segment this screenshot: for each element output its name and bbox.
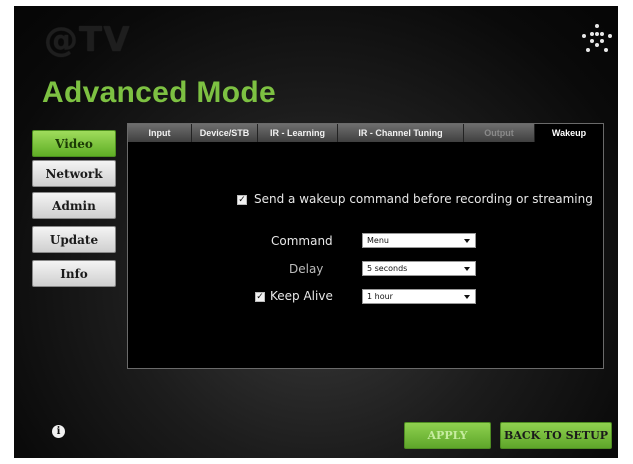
sidebar-item-video[interactable]: Video: [32, 130, 116, 157]
tab-input[interactable]: Input: [128, 124, 192, 142]
send-wakeup-label: Send a wakeup command before recording o…: [254, 192, 593, 206]
command-label: Command: [271, 234, 333, 248]
sidebar-item-admin[interactable]: Admin: [32, 192, 116, 219]
tab-device-stb[interactable]: Device/STB: [192, 124, 258, 142]
chevron-down-icon: [464, 295, 470, 299]
tab-output: Output: [464, 124, 535, 142]
keep-alive-checkbox[interactable]: ✓: [255, 292, 265, 302]
page-title: Advanced Mode: [42, 76, 276, 109]
dotted-logo-icon: [582, 24, 612, 64]
tab-ir-channel-tuning[interactable]: IR - Channel Tuning: [338, 124, 464, 142]
send-wakeup-checkbox[interactable]: ✓: [237, 195, 247, 205]
sidebar-item-info[interactable]: Info: [32, 260, 116, 287]
chevron-down-icon: [464, 239, 470, 243]
app-logo: @TV: [44, 20, 131, 60]
chevron-down-icon: [464, 267, 470, 271]
back-to-setup-button[interactable]: BACK TO SETUP: [500, 422, 612, 449]
delay-select[interactable]: 5 seconds: [362, 261, 476, 276]
info-icon[interactable]: i: [52, 425, 65, 438]
sidebar-item-update[interactable]: Update: [32, 226, 116, 253]
command-select[interactable]: Menu: [362, 233, 476, 248]
keep-alive-label: Keep Alive: [270, 289, 333, 303]
tab-bar: Input Device/STB IR - Learning IR - Chan…: [128, 124, 603, 142]
delay-label: Delay: [289, 262, 324, 276]
app-frame: @TV Advanced Mode Video Network Admin Up…: [14, 6, 618, 458]
keep-alive-select[interactable]: 1 hour: [362, 289, 476, 304]
delay-select-value: 5 seconds: [367, 264, 408, 273]
tab-wakeup[interactable]: Wakeup: [535, 124, 603, 142]
command-select-value: Menu: [367, 236, 389, 245]
tab-ir-learning[interactable]: IR - Learning: [258, 124, 338, 142]
sidebar-item-network[interactable]: Network: [32, 160, 116, 187]
apply-button[interactable]: APPLY: [404, 422, 491, 449]
keep-alive-select-value: 1 hour: [367, 292, 393, 301]
